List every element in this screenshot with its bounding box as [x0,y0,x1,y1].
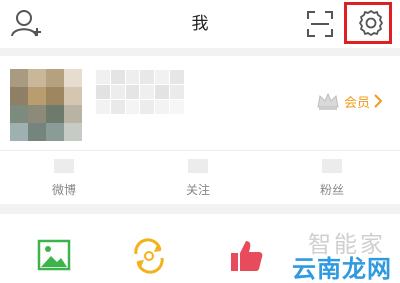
stat-label: 微博 [51,183,76,197]
watermark-bottom-text: 云南龙网 [292,255,392,283]
stats-row: 微博 关注 粉丝 [0,150,400,204]
scan-icon[interactable] [305,9,335,39]
stat-count-blurred [188,159,208,173]
username-blurred [96,70,184,114]
vip-label: 会员 [344,95,371,111]
stat-count-blurred [54,159,74,173]
chevron-right-icon [374,94,383,108]
refresh-icon[interactable] [129,236,169,276]
section-divider [0,48,400,56]
vip-entry[interactable]: 会员 [316,90,383,112]
avatar[interactable] [10,69,82,141]
photo-icon[interactable] [36,236,76,276]
settings-highlight-box [344,2,392,44]
watermark: 智能家 云南龙网 [252,219,392,283]
stat-followers[interactable]: 粉丝 [292,151,372,205]
stat-label: 粉丝 [319,183,344,197]
stat-following[interactable]: 关注 [158,151,238,205]
page-title: 我 [191,14,209,34]
stat-count-blurred [322,159,342,173]
section-divider [0,204,400,214]
stat-label: 关注 [185,183,210,197]
stat-weibo[interactable]: 微博 [24,151,104,205]
crown-icon [317,92,339,110]
top-bar: 我 [0,0,400,48]
